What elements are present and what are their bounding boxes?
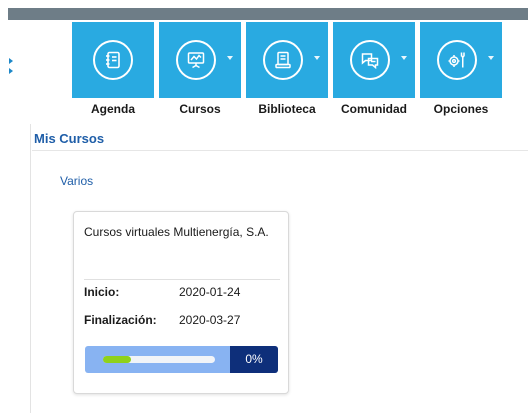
nav-item-comunidad[interactable]: Comunidad [333, 22, 415, 122]
progress-percent: 0% [230, 346, 278, 373]
nav-item-biblioteca[interactable]: Biblioteca [246, 22, 328, 122]
nav-item-agenda[interactable]: Agenda [72, 22, 154, 122]
chevron-down-icon[interactable] [314, 56, 320, 60]
progress-bar: 0% [85, 346, 278, 373]
nav-tile [159, 22, 241, 98]
nav-tile [246, 22, 328, 98]
nav-item-opciones[interactable]: Opciones [420, 22, 502, 122]
end-date-value: 2020-03-27 [179, 313, 241, 327]
progress-fill [103, 356, 131, 363]
nav-label: Cursos [179, 102, 221, 116]
nav-item-cursos[interactable]: Cursos [159, 22, 241, 122]
chevron-down-icon[interactable] [227, 56, 233, 60]
nav-label: Comunidad [341, 102, 407, 116]
divider [32, 150, 528, 151]
expand-arrow-icon [9, 58, 13, 64]
course-title[interactable]: Cursos virtuales Multienergía, S.A. [84, 224, 279, 240]
nav-label: Biblioteca [258, 102, 316, 116]
nav-tile [72, 22, 154, 98]
expand-arrow-icon [9, 68, 13, 74]
content-divider [30, 124, 31, 413]
top-bar [8, 8, 528, 20]
progress-track [103, 356, 215, 363]
chevron-down-icon[interactable] [488, 56, 494, 60]
sidebar-toggle[interactable] [9, 58, 13, 78]
end-date-row: Finalización: 2020-03-27 [84, 313, 280, 327]
agenda-icon [93, 40, 133, 80]
divider [84, 279, 280, 280]
start-date-label: Inicio: [84, 285, 120, 299]
book-icon [263, 40, 303, 80]
page-title: Mis Cursos [34, 131, 105, 146]
end-date-label: Finalización: [84, 313, 157, 327]
main-nav: Agenda Cursos Biblioteca Comunidad Opcio… [72, 22, 502, 122]
chat-bubbles-icon [350, 40, 390, 80]
start-date-value: 2020-01-24 [179, 285, 241, 299]
start-date-row: Inicio: 2020-01-24 [84, 285, 280, 299]
course-card[interactable]: Cursos virtuales Multienergía, S.A. Inic… [73, 211, 289, 394]
nav-label: Opciones [433, 102, 489, 116]
gear-wrench-icon [437, 40, 477, 80]
nav-label: Agenda [90, 102, 135, 116]
nav-tile [420, 22, 502, 98]
chevron-down-icon[interactable] [401, 56, 407, 60]
category-label[interactable]: Varios [60, 174, 93, 188]
nav-tile [333, 22, 415, 98]
presentation-board-icon [176, 40, 216, 80]
